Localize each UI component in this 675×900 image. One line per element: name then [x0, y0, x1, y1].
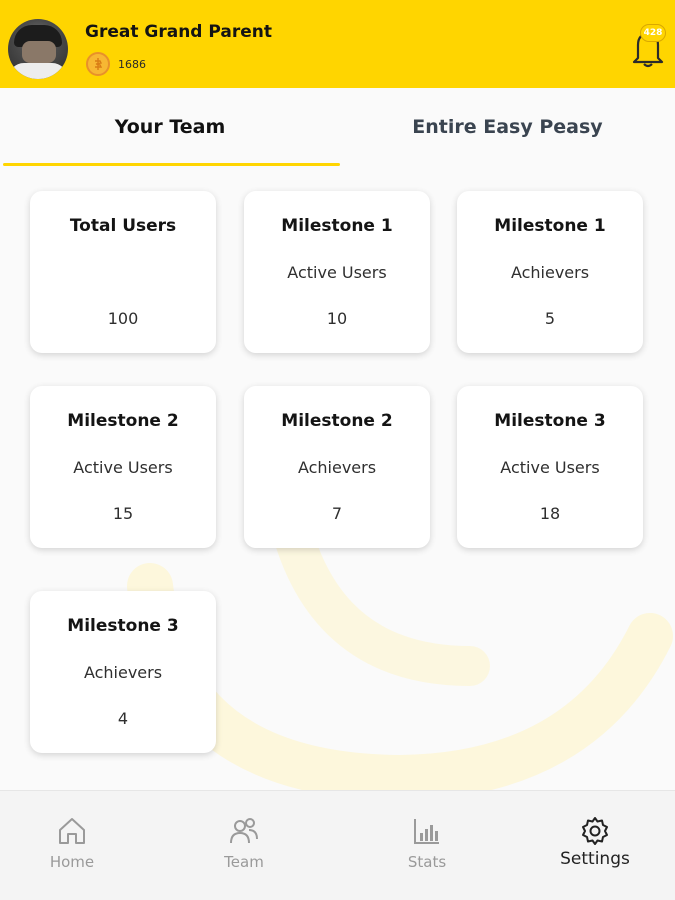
card-subtitle: Achievers: [297, 458, 377, 477]
stat-card-m1-active[interactable]: Milestone 1 Active Users 10: [244, 191, 430, 353]
card-title: Milestone 2: [281, 411, 393, 431]
nav-stats-label: Stats: [407, 853, 447, 871]
stats-icon: [414, 819, 439, 844]
card-title: Milestone 1: [494, 216, 606, 236]
card-value: 7: [331, 504, 343, 523]
nav-home-label: Home: [49, 853, 95, 871]
gear-icon: [582, 817, 608, 845]
coin-count: 1686: [118, 58, 146, 71]
card-value: 4: [117, 709, 129, 728]
card-value: 15: [112, 504, 134, 523]
card-subtitle: Achievers: [83, 663, 163, 682]
home-icon: [59, 818, 85, 844]
bottom-nav: Home Team Stats Settings: [0, 790, 675, 900]
nav-settings-label: Settings: [560, 849, 630, 869]
stat-card-m2-active[interactable]: Milestone 2 Active Users 15: [30, 386, 216, 548]
card-value: 5: [544, 309, 556, 328]
stat-card-total-users[interactable]: Total Users 100: [30, 191, 216, 353]
stat-card-m2-achievers[interactable]: Milestone 2 Achievers 7: [244, 386, 430, 548]
card-subtitle: Active Users: [500, 458, 600, 477]
stat-card-m3-active[interactable]: Milestone 3 Active Users 18: [457, 386, 643, 548]
card-title: Milestone 1: [281, 216, 393, 236]
team-icon: [230, 818, 258, 844]
card-title: Total Users: [69, 216, 177, 236]
tab-entire-easy-peasy[interactable]: Entire Easy Peasy: [340, 88, 675, 166]
nav-home[interactable]: Home: [0, 791, 152, 900]
stat-card-m3-achievers[interactable]: Milestone 3 Achievers 4: [30, 591, 216, 753]
card-value: 18: [539, 504, 561, 523]
user-name: Great Grand Parent: [85, 22, 272, 42]
active-tab-indicator: [3, 163, 340, 166]
card-title: Milestone 3: [67, 616, 179, 636]
card-subtitle: Achievers: [510, 263, 590, 282]
stat-card-m1-achievers[interactable]: Milestone 1 Achievers 5: [457, 191, 643, 353]
card-title: Milestone 2: [67, 411, 179, 431]
tab-your-team[interactable]: Your Team: [0, 88, 340, 166]
nav-settings[interactable]: Settings: [515, 791, 675, 900]
nav-team-label: Team: [224, 853, 264, 871]
nav-team[interactable]: Team: [164, 791, 324, 900]
card-subtitle: Active Users: [73, 458, 173, 477]
notification-badge: 428: [640, 24, 666, 42]
card-value: 100: [107, 309, 139, 328]
card-value: 10: [326, 309, 348, 328]
avatar[interactable]: [8, 19, 68, 79]
nav-stats[interactable]: Stats: [347, 791, 507, 900]
card-subtitle: Active Users: [287, 263, 387, 282]
coin-icon: [86, 52, 110, 76]
app-header: Great Grand Parent 1686 428: [0, 0, 675, 88]
card-title: Milestone 3: [494, 411, 606, 431]
